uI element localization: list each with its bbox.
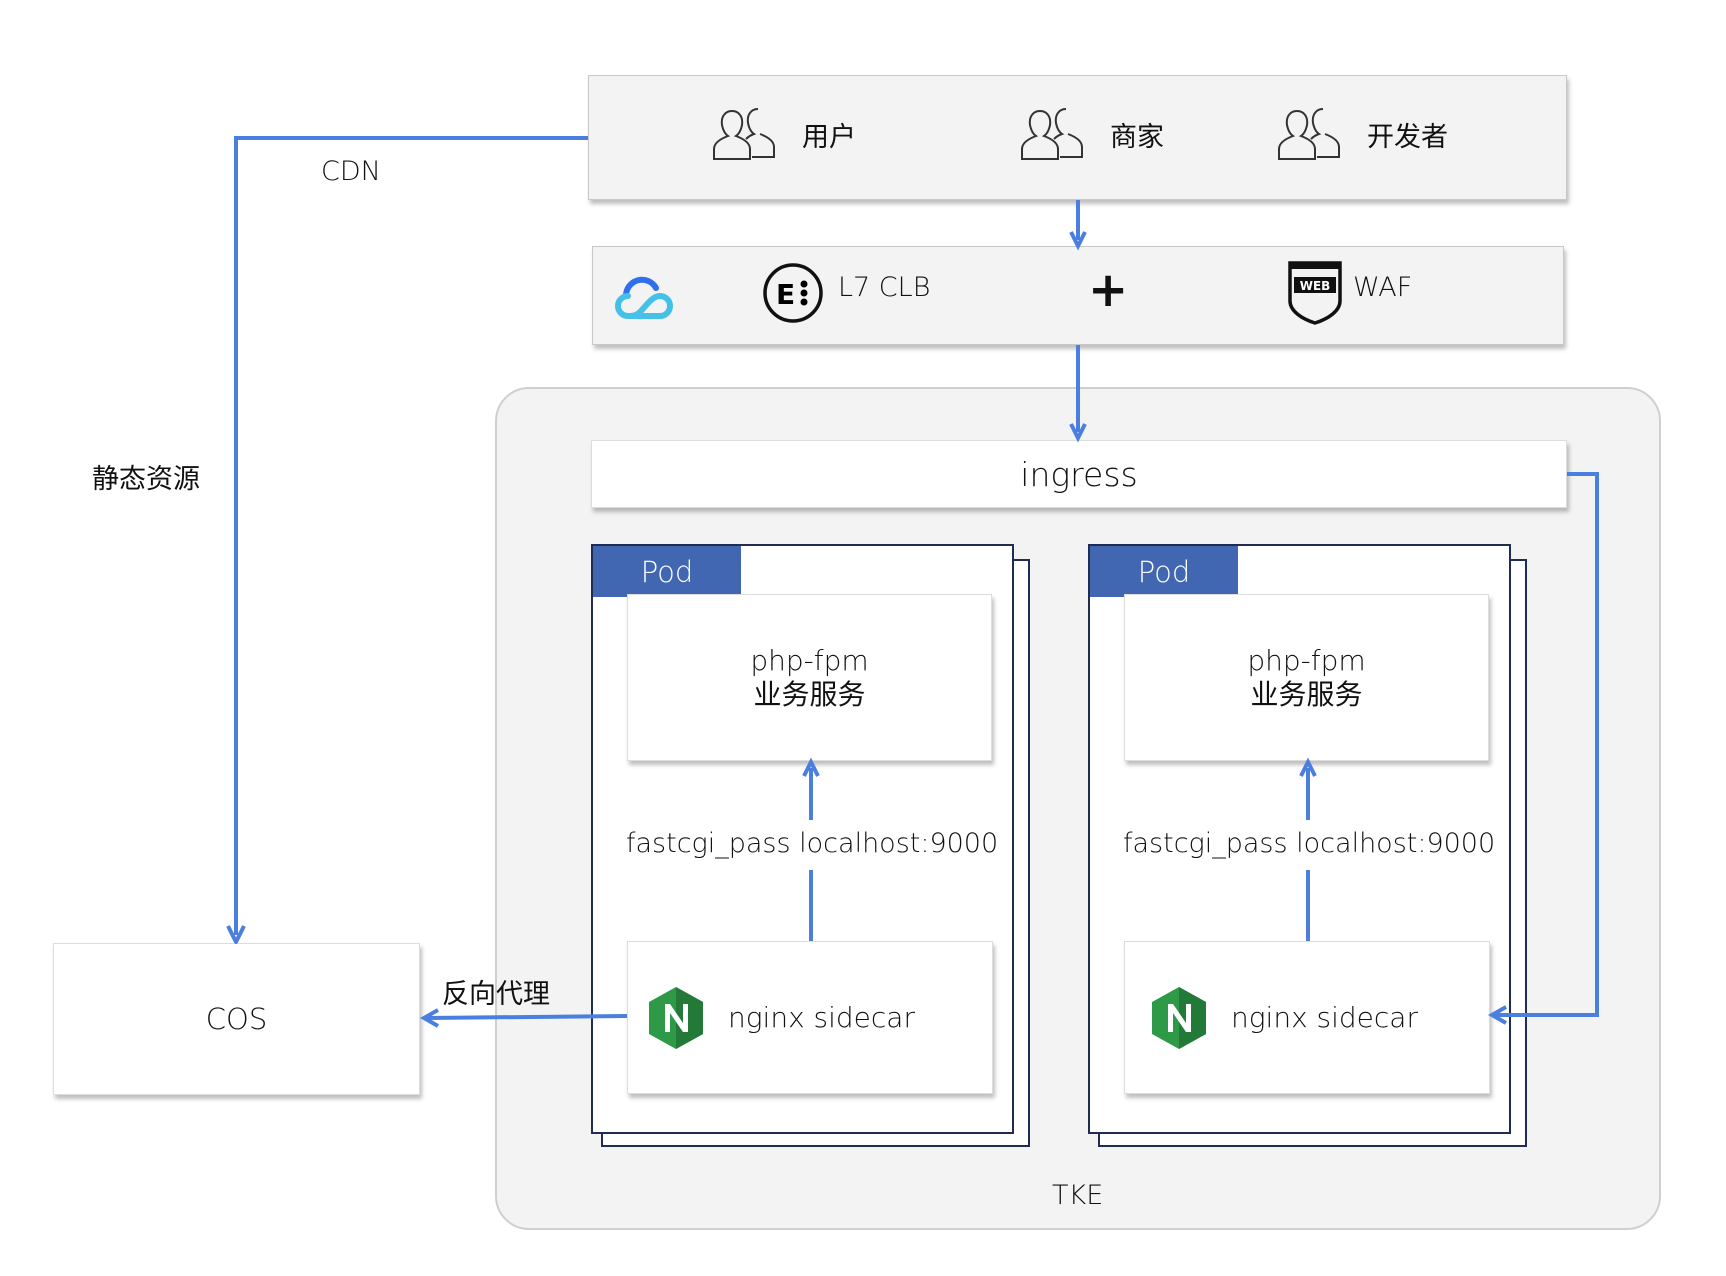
gateway-box — [592, 246, 1564, 345]
waf-label: WAF — [1353, 272, 1413, 303]
svg-text:WEB: WEB — [1300, 279, 1331, 293]
user-group-label: 用户 — [802, 121, 856, 153]
plus-sign: + — [1088, 262, 1129, 318]
static-resource-label: 静态资源 — [92, 464, 200, 495]
nginx-icon — [649, 986, 703, 1049]
fastcgi-label: fastcgi_pass localhost:9000 — [1123, 828, 1496, 859]
user-group-label: 商家 — [1110, 121, 1164, 153]
cos-label: COS — [205, 1002, 268, 1036]
tencent-cloud-icon — [615, 276, 673, 320]
arrow-head — [419, 1008, 439, 1028]
svg-text:E: E — [776, 278, 795, 311]
nginx-sidecar-box: nginx sidecar — [627, 941, 993, 1094]
cdn-label: CDN — [321, 156, 381, 187]
nginx-sidecar-box: nginx sidecar — [1124, 941, 1490, 1094]
nginx-icon — [1152, 986, 1206, 1049]
sidecar-label: nginx sidecar — [1231, 1001, 1418, 1034]
arrow-head — [226, 925, 246, 944]
clb-icon: E — [763, 263, 823, 323]
tke-label: TKE — [1052, 1180, 1104, 1211]
user-group-1: 商家 — [1020, 103, 1164, 165]
arrow-head — [1069, 231, 1087, 251]
app-name: php-fpm — [1247, 643, 1366, 677]
fastcgi-label: fastcgi_pass localhost:9000 — [626, 828, 999, 859]
pod-tag: Pod — [593, 546, 741, 597]
cos-box: COS — [53, 943, 420, 1095]
clb-label: L7 CLB — [838, 272, 931, 303]
waf-shield-icon: WEB — [1288, 261, 1342, 325]
users-icon — [1278, 108, 1340, 160]
php-fpm-box: php-fpm 业务服务 — [1124, 594, 1489, 761]
sidecar-label: nginx sidecar — [728, 1001, 915, 1034]
app-desc: 业务服务 — [753, 677, 866, 711]
php-fpm-box: php-fpm 业务服务 — [627, 594, 992, 761]
user-group-label: 开发者 — [1367, 121, 1448, 153]
reverse-proxy-label: 反向代理 — [442, 979, 550, 1010]
architecture-diagram: TKE 用户 商家 开发者 E L7 CLB + WEB WAF ingress… — [0, 0, 1726, 1276]
users-icon — [713, 108, 775, 160]
app-desc: 业务服务 — [1250, 677, 1363, 711]
ingress-label: ingress — [1020, 454, 1138, 494]
users-icon — [1021, 108, 1083, 160]
ingress-box: ingress — [591, 440, 1567, 508]
app-name: php-fpm — [750, 643, 869, 677]
user-group-0: 用户 — [712, 103, 856, 165]
user-group-2: 开发者 — [1277, 103, 1448, 165]
pod-tag: Pod — [1090, 546, 1238, 597]
